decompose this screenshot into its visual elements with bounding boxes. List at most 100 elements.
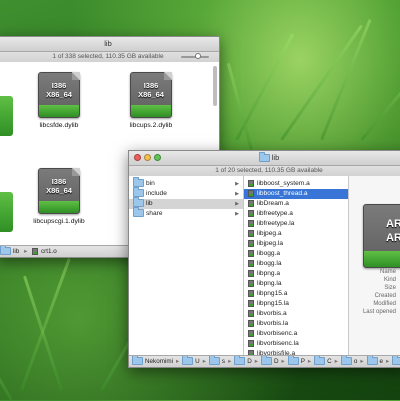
path-crumb[interactable]: Nekomimi — [145, 358, 173, 365]
partial-icon-left[interactable] — [0, 96, 13, 136]
folder-row-selected[interactable]: lib▶ — [129, 199, 243, 209]
zoom-button[interactable] — [154, 154, 161, 161]
folder-icon — [314, 357, 325, 365]
path-crumb[interactable]: e — [380, 358, 384, 365]
file-row[interactable]: libpng15.la — [244, 299, 348, 309]
row-label: libDream.a — [257, 200, 289, 207]
info-row: Size1 — [349, 284, 400, 292]
folder-row[interactable]: include▶ — [129, 189, 243, 199]
path-crumb[interactable]: lib — [13, 248, 19, 255]
file-row[interactable]: libjpeg.la — [244, 239, 348, 249]
file-row[interactable]: libjpeg.a — [244, 229, 348, 239]
file-row[interactable]: libpng.a — [244, 269, 348, 279]
library-file-icon — [248, 260, 254, 267]
path-crumb[interactable]: P — [301, 358, 305, 365]
file-row[interactable]: libvorbis.la — [244, 319, 348, 329]
folder-row[interactable]: share▶ — [129, 209, 243, 219]
info-row: Nameli — [349, 268, 400, 276]
path-separator-icon: ▸ — [335, 358, 338, 365]
user-icon — [209, 357, 220, 365]
library-file-icon — [248, 200, 254, 207]
file-row[interactable]: libogg.a — [244, 249, 348, 259]
library-file-icon — [248, 320, 254, 327]
row-label: libvorbis.a — [257, 310, 287, 317]
row-label: libjpeg.a — [257, 230, 282, 237]
row-label: share — [146, 210, 163, 217]
preview-column: AR AR NameliKindASize1Created2Modified2L… — [349, 176, 400, 356]
folder-icon — [182, 357, 193, 365]
path-separator-icon: ▸ — [386, 358, 389, 365]
row-label: libpng.la — [257, 280, 282, 287]
file-row[interactable]: libpng15.a — [244, 289, 348, 299]
slider-knob[interactable] — [195, 53, 201, 59]
drive-icon — [132, 357, 143, 365]
row-label: libvorbisenc.a — [257, 330, 297, 337]
file-icon-item[interactable]: I386 X86_64 libcupscgi.1.dylib — [21, 168, 97, 225]
info-row: Last opened2 — [349, 308, 400, 316]
library-file-icon: I386 X86_64 — [38, 72, 80, 118]
library-file-icon — [248, 240, 254, 247]
row-label: libboost_thread.a — [257, 190, 308, 197]
file-icon-item[interactable]: I386 X86_64 libcsfde.dylib — [21, 72, 97, 129]
path-crumb[interactable]: crt1.o — [41, 248, 57, 255]
path-crumb[interactable]: D — [274, 358, 279, 365]
title-bar[interactable]: lib — [129, 151, 400, 166]
file-row[interactable]: libvorbis.a — [244, 309, 348, 319]
info-row: KindA — [349, 276, 400, 284]
file-row[interactable]: libboost_system.a — [244, 179, 348, 189]
row-label: libfreetype.a — [257, 210, 293, 217]
file-row[interactable]: libDream.a — [244, 199, 348, 209]
file-info: NameliKindASize1Created2Modified2Last op… — [349, 268, 400, 316]
window-controls — [134, 154, 161, 161]
status-text: 1 of 338 selected, 110.35 GB available — [52, 53, 163, 60]
library-file-icon — [248, 330, 254, 337]
column-1: bin▶ include▶ lib▶ share▶ — [129, 176, 244, 356]
file-row[interactable]: libfreetype.la — [244, 219, 348, 229]
path-crumb[interactable]: C — [327, 358, 332, 365]
folder-icon — [367, 357, 378, 365]
icon-size-slider[interactable] — [181, 56, 209, 58]
vertical-scrollbar[interactable] — [213, 66, 217, 106]
file-row-selected[interactable]: libboost_thread.a — [244, 189, 348, 199]
chevron-right-icon: ▶ — [235, 189, 239, 199]
folder-icon — [0, 247, 11, 255]
preview-file-icon: AR AR — [363, 204, 400, 268]
file-row[interactable]: libogg.la — [244, 259, 348, 269]
minimize-button[interactable] — [144, 154, 151, 161]
file-row[interactable]: libpng.la — [244, 279, 348, 289]
column-browser: bin▶ include▶ lib▶ share▶ libboost_syste… — [129, 176, 400, 356]
file-icon-item[interactable]: I386 X86_64 libcups.2.dylib — [113, 72, 189, 129]
path-crumb[interactable]: U — [195, 358, 200, 365]
info-key: Kind — [384, 276, 396, 284]
folder-icon — [133, 179, 144, 187]
row-label: libpng15.a — [257, 290, 287, 297]
arch-label: I386 X86_64 — [39, 177, 79, 195]
folder-row[interactable]: bin▶ — [129, 179, 243, 189]
partial-icon-left-2[interactable] — [0, 192, 13, 232]
library-file-icon: I386 X86_64 — [38, 168, 80, 214]
path-separator-icon: ▸ — [282, 358, 285, 365]
library-file-icon — [248, 280, 254, 287]
library-file-icon — [248, 310, 254, 317]
column-2: libboost_system.alibboost_thread.a libDre… — [244, 176, 349, 356]
folder-icon — [259, 154, 270, 162]
path-separator-icon: ▸ — [308, 358, 311, 365]
row-label: libjpeg.la — [257, 240, 283, 247]
chevron-right-icon: ▶ — [235, 199, 239, 209]
preview-arch-label: AR AR — [364, 217, 400, 245]
path-crumb[interactable]: D — [247, 358, 252, 365]
info-row: Created2 — [349, 292, 400, 300]
title-bar[interactable]: lib — [0, 37, 219, 52]
file-row[interactable]: libvorbisenc.a — [244, 329, 348, 339]
path-separator-icon: ▸ — [228, 358, 231, 365]
path-crumb[interactable]: s — [222, 358, 225, 365]
chevron-right-icon: ▶ — [235, 179, 239, 189]
status-text: 1 of 20 selected, 110.35 GB available — [215, 167, 323, 174]
close-button[interactable] — [134, 154, 141, 161]
path-crumb[interactable]: o — [354, 358, 358, 365]
path-bar: Nekomimi▸U▸s▸D▸D▸P▸C▸o▸e▸d▸lib▸li — [129, 355, 400, 367]
folder-icon — [392, 357, 400, 365]
file-row[interactable]: libvorbisenc.la — [244, 339, 348, 349]
library-file-icon — [248, 290, 254, 297]
file-row[interactable]: libfreetype.a — [244, 209, 348, 219]
